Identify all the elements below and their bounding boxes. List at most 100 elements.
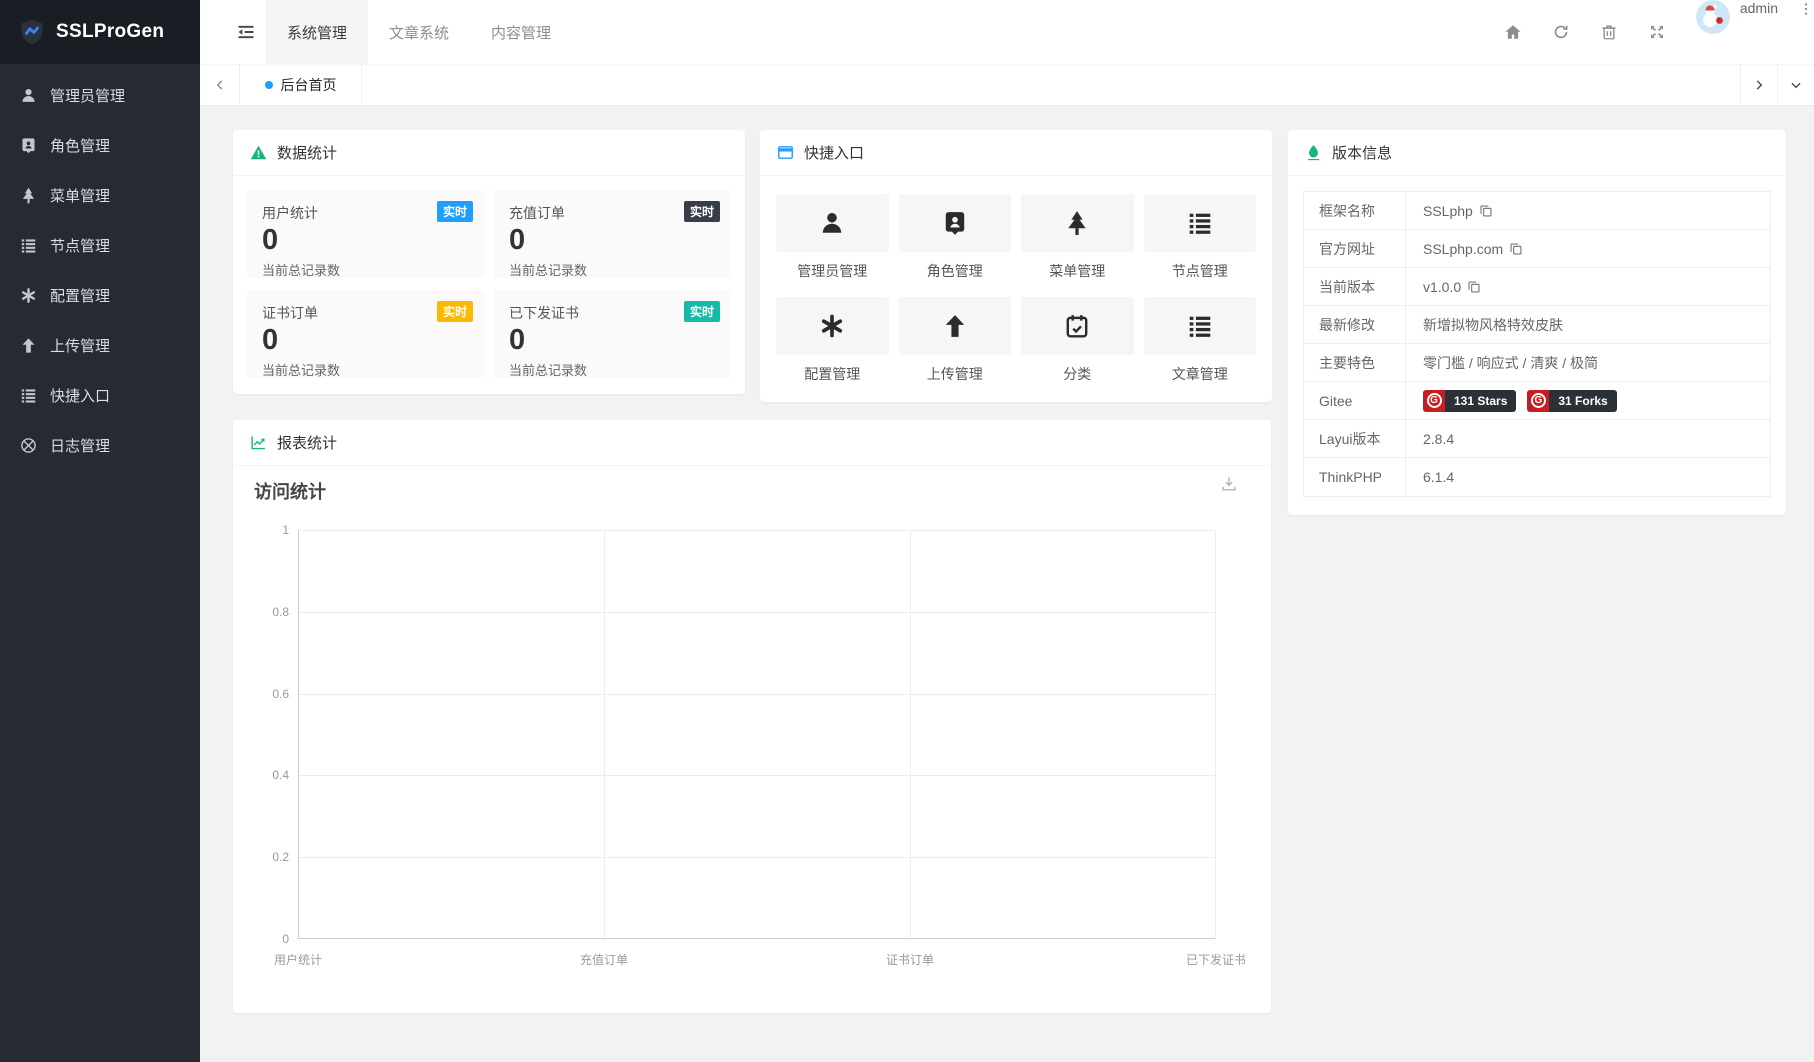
stat-box-users[interactable]: 用户统计 实时 0 当前总记录数 — [247, 190, 484, 278]
home-icon[interactable] — [1504, 23, 1522, 41]
nav-tab-article[interactable]: 文章系统 — [368, 0, 470, 64]
badge-text: 31 Forks — [1549, 389, 1617, 412]
list-icon — [20, 387, 37, 404]
chevron-left-icon — [216, 79, 222, 90]
tab-bar: 后台首页 — [200, 64, 1814, 106]
sidebar-item-quick[interactable]: 快捷入口 — [0, 370, 200, 420]
row-value: v1.0.0 — [1423, 278, 1462, 295]
shortcut-node[interactable]: 节点管理 — [1143, 194, 1256, 281]
card-title: 快捷入口 — [804, 145, 865, 162]
username[interactable]: admin — [1740, 0, 1778, 64]
row-label: 官方网址 — [1304, 230, 1406, 267]
gridline — [299, 775, 1215, 777]
shortcut-grid: 管理员管理 角色管理 菜单管理 节点管理 配置管理 上传管理 分类 文章管理 — [760, 176, 1272, 402]
shortcut-menu[interactable]: 菜单管理 — [1021, 194, 1134, 281]
warning-triangle-icon — [250, 144, 267, 161]
gridline — [299, 612, 1215, 614]
card-version-info: 版本信息 框架名称 SSLphp 官方网址 SSLphp.com 当前版本 v1… — [1288, 130, 1786, 515]
hamburger-icon — [238, 25, 254, 39]
chart-plot-area[interactable] — [298, 530, 1216, 939]
gitee-forks-badge[interactable]: G 31 Forks — [1527, 389, 1617, 412]
sidebar-item-label: 节点管理 — [50, 237, 111, 255]
sidebar-item-log[interactable]: 日志管理 — [0, 420, 200, 470]
collapse-sidebar-button[interactable] — [226, 0, 266, 64]
chevron-down-icon — [1791, 82, 1801, 88]
table-row: 主要特色 零门槛 / 响应式 / 清爽 / 极简 — [1304, 344, 1770, 382]
role-badge-icon[interactable] — [898, 194, 1011, 252]
sidebar-item-menu[interactable]: 菜单管理 — [0, 170, 200, 220]
refresh-icon[interactable] — [1552, 23, 1570, 41]
gitee-stars-badge[interactable]: G 131 Stars — [1423, 389, 1517, 412]
sidebar-item-admin[interactable]: 管理员管理 — [0, 70, 200, 120]
tabs-menu-button[interactable] — [1777, 64, 1814, 105]
row-value: SSLphp.com — [1423, 240, 1504, 257]
nav-tab-content[interactable]: 内容管理 — [470, 0, 572, 64]
copy-icon[interactable] — [1467, 280, 1481, 294]
asterisk-icon — [20, 287, 37, 304]
calendar-check-icon[interactable] — [1021, 297, 1134, 355]
table-row: 框架名称 SSLphp — [1304, 192, 1770, 230]
trash-icon[interactable] — [1600, 23, 1618, 41]
sidebar-item-label: 配置管理 — [50, 287, 111, 305]
shortcut-category[interactable]: 分类 — [1021, 297, 1134, 384]
fullscreen-icon[interactable] — [1648, 23, 1666, 41]
copy-icon[interactable] — [1509, 242, 1523, 256]
tabs-scroll-right-button[interactable] — [1740, 64, 1777, 105]
user-icon[interactable] — [776, 194, 889, 252]
asterisk-icon[interactable] — [776, 297, 889, 355]
shortcut-article[interactable]: 文章管理 — [1143, 297, 1256, 384]
gitee-logo-icon: G — [1423, 389, 1445, 412]
avatar[interactable] — [1695, 0, 1730, 34]
card-header: 快捷入口 — [760, 130, 1272, 176]
user-icon — [20, 87, 37, 104]
sidebar-item-label: 快捷入口 — [50, 387, 111, 405]
stat-grid: 用户统计 实时 0 当前总记录数 充值订单 实时 0 当前总记录数 证书订单 实… — [233, 176, 745, 392]
sidebar-item-node[interactable]: 节点管理 — [0, 220, 200, 270]
header-actions — [1504, 0, 1666, 64]
stat-value: 0 — [509, 324, 526, 356]
row-value: SSLphp — [1423, 202, 1473, 219]
stat-box-issued-certs[interactable]: 已下发证书 实时 0 当前总记录数 — [494, 290, 731, 378]
download-chart-icon[interactable] — [1219, 474, 1239, 494]
shortcut-admin[interactable]: 管理员管理 — [776, 194, 889, 281]
nav-tab-system[interactable]: 系统管理 — [266, 0, 368, 64]
y-axis-tick: 0 — [282, 932, 289, 946]
more-vertical-icon[interactable] — [1798, 0, 1814, 18]
sidebar-item-upload[interactable]: 上传管理 — [0, 320, 200, 370]
tab-home[interactable]: 后台首页 — [240, 64, 362, 105]
logo[interactable]: SSLProGen — [0, 0, 200, 64]
sidebar-item-config[interactable]: 配置管理 — [0, 270, 200, 320]
stat-box-cert-orders[interactable]: 证书订单 实时 0 当前总记录数 — [247, 290, 484, 378]
list-icon[interactable] — [1143, 297, 1256, 355]
card-shortcuts: 快捷入口 管理员管理 角色管理 菜单管理 节点管理 配置管理 上传管理 分类 文… — [760, 130, 1272, 402]
row-label: Layui版本 — [1304, 420, 1406, 457]
card-title: 报表统计 — [277, 435, 338, 452]
upload-arrow-icon[interactable] — [898, 297, 1011, 355]
realtime-badge: 实时 — [436, 201, 473, 222]
stat-sub: 当前总记录数 — [262, 262, 341, 278]
sidebar-item-label: 管理员管理 — [50, 87, 126, 105]
app-window: SSLProGen 管理员管理 角色管理 菜单管理 节点管理 配置管理 上传管理… — [0, 0, 1814, 1062]
copy-icon[interactable] — [1479, 204, 1493, 218]
tree-icon[interactable] — [1021, 194, 1134, 252]
row-label: Gitee — [1304, 382, 1406, 419]
shortcut-config[interactable]: 配置管理 — [776, 297, 889, 384]
sidebar-item-role[interactable]: 角色管理 — [0, 120, 200, 170]
table-row: ThinkPHP 6.1.4 — [1304, 458, 1770, 496]
header-spacer — [572, 0, 1504, 64]
shortcut-label: 节点管理 — [1171, 263, 1228, 279]
upload-arrow-icon — [20, 337, 37, 354]
gridline — [299, 693, 1215, 695]
card-header: 版本信息 — [1288, 130, 1786, 176]
main-content: 数据统计 用户统计 实时 0 当前总记录数 充值订单 实时 0 当前总记录数 证… — [200, 106, 1814, 1062]
tabs-scroll-left-button[interactable] — [200, 64, 240, 105]
list-icon[interactable] — [1143, 194, 1256, 252]
shortcut-role[interactable]: 角色管理 — [898, 194, 1011, 281]
active-tab-dot — [264, 80, 273, 89]
shortcut-label: 配置管理 — [804, 366, 861, 382]
row-label: 主要特色 — [1304, 344, 1406, 381]
shortcut-upload[interactable]: 上传管理 — [898, 297, 1011, 384]
role-badge-icon — [20, 137, 37, 154]
stat-box-recharge-orders[interactable]: 充值订单 实时 0 当前总记录数 — [494, 190, 731, 278]
x-axis-label: 用户统计 — [273, 953, 323, 967]
